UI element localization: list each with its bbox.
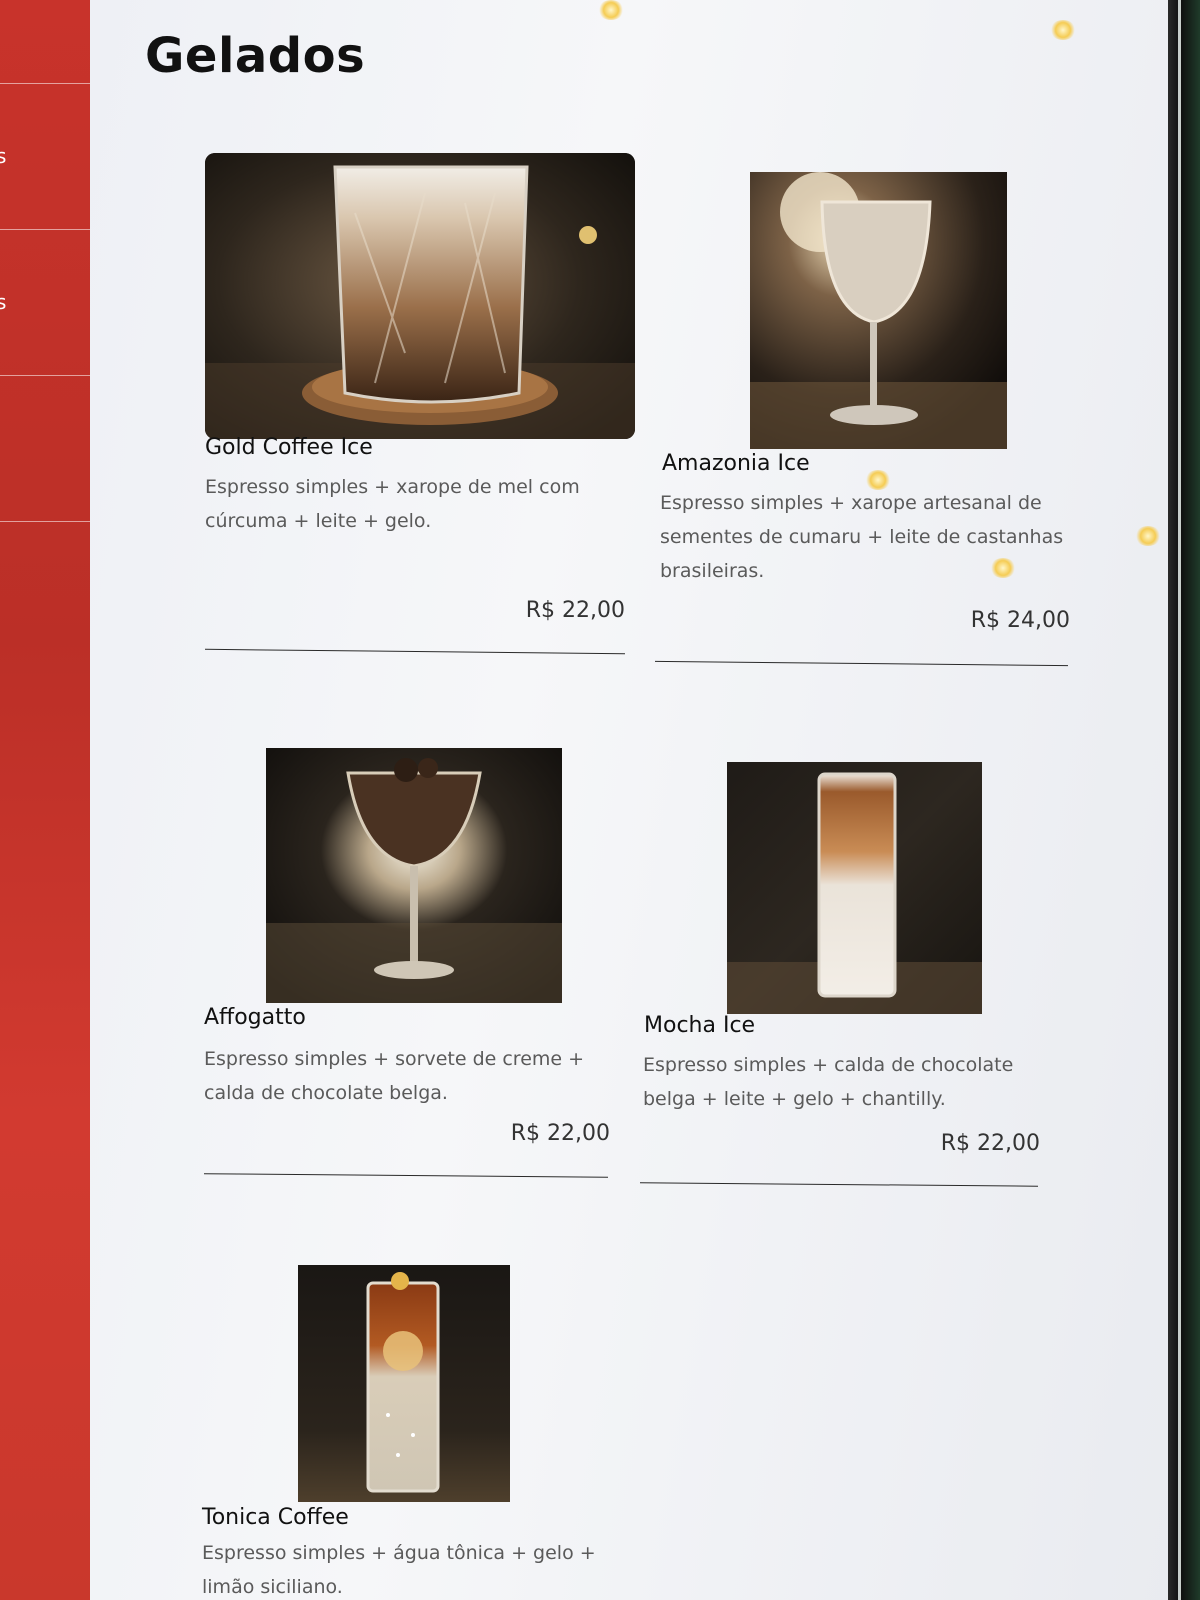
tall-layered-glass-photo (727, 762, 982, 1014)
iced-latte-glass-photo (205, 153, 635, 439)
sidebar-item-4[interactable] (0, 378, 90, 522)
item-name: Gold Coffee Ice (205, 435, 373, 460)
light-reflection (865, 470, 891, 490)
light-reflection (1050, 20, 1076, 40)
screen-bezel (1168, 0, 1200, 1600)
category-sidebar: s s (0, 0, 96, 1600)
sidebar-item-label: s (0, 290, 7, 314)
sidebar-item-1[interactable] (0, 0, 90, 84)
light-reflection (598, 0, 624, 20)
sidebar-item-label: s (0, 144, 7, 168)
item-name: Tonica Coffee (202, 1505, 349, 1530)
item-price: R$ 24,00 (970, 608, 1070, 633)
screen: s s Gelados Gold Coffee Ice Espresso sim… (0, 0, 1200, 1600)
sidebar-item-3[interactable]: s (0, 232, 90, 376)
sidebar-item-2[interactable]: s (0, 86, 90, 230)
drink-illustration (266, 748, 562, 1003)
bezel-edge (1178, 0, 1181, 1600)
item-description: Espresso simples + sorvete de creme + ca… (204, 1048, 585, 1104)
tonic-highball-glass-photo (298, 1265, 510, 1502)
light-reflection (1135, 526, 1161, 546)
wine-glass-drink-photo (750, 172, 1007, 449)
item-name: Mocha Ice (644, 1013, 756, 1038)
margarita-glass-dessert-photo (266, 748, 562, 1003)
light-reflection (990, 558, 1016, 578)
item-price: R$ 22,00 (525, 598, 625, 623)
item-name: Affogatto (204, 1005, 306, 1030)
item-description: Espresso simples + calda de chocolate be… (643, 1054, 1014, 1110)
item-name: Amazonia Ice (662, 451, 810, 476)
drink-illustration (298, 1265, 510, 1502)
item-description: Espresso simples + água tônica + gelo + … (202, 1542, 596, 1598)
drink-illustration (205, 153, 635, 439)
drink-illustration (750, 172, 1007, 449)
item-price: R$ 22,00 (940, 1131, 1040, 1156)
section-title: Gelados (145, 28, 366, 84)
drink-illustration (727, 762, 982, 1014)
item-description: Espresso simples + xarope de mel com cúr… (205, 476, 580, 532)
item-price: R$ 22,00 (510, 1121, 610, 1146)
